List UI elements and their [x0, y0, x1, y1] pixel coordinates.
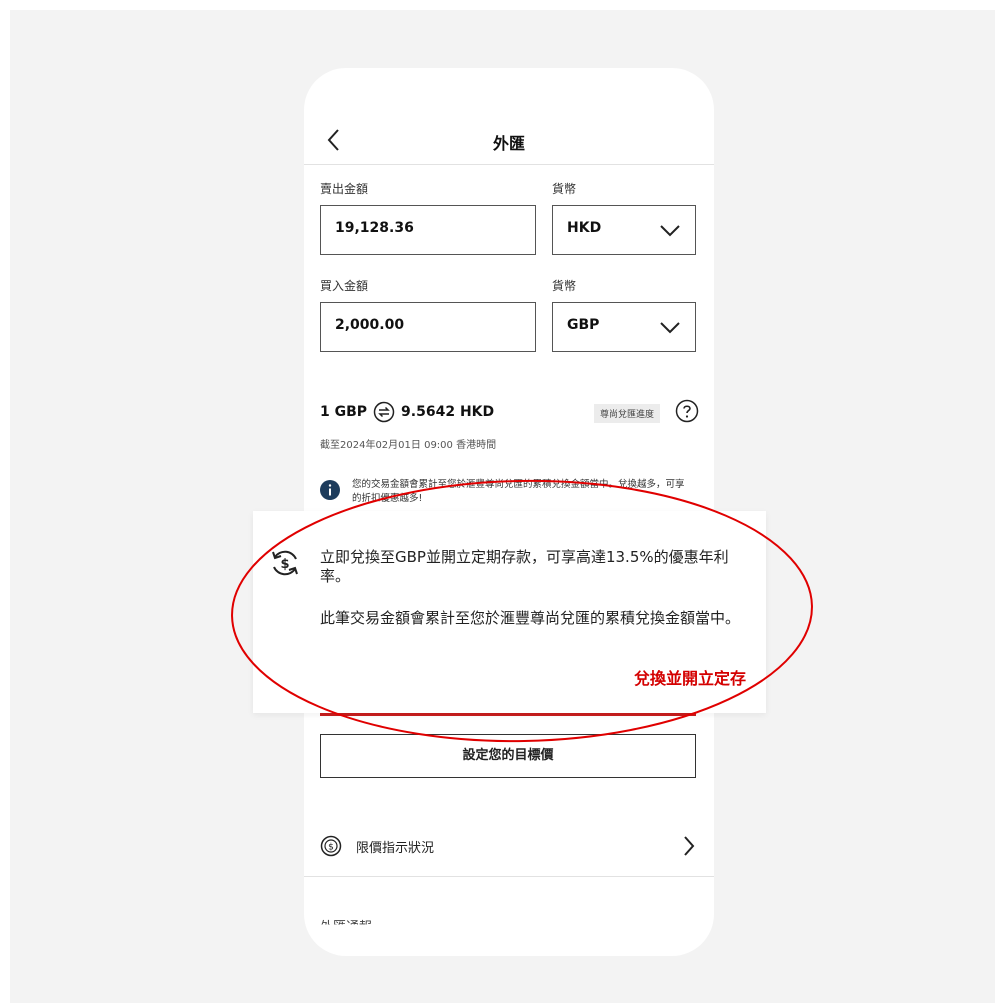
info-text: 您的交易金額會累計至您於滙豐尊尚兌匯的累積兌換金額當中。兌換越多，可享的折扣優惠…	[352, 479, 685, 504]
rate-to: 9.5642 HKD	[401, 404, 495, 420]
premium-fx-badge[interactable]: 尊尚兌匯進度	[594, 404, 661, 423]
buy-amount-input[interactable]: 2,000.00	[320, 302, 536, 352]
chevron-down-icon	[660, 225, 680, 237]
set-target-price-button[interactable]: 設定您的目標價	[320, 734, 696, 778]
sell-amount-value: 19,128.36	[335, 220, 414, 236]
svg-text:$: $	[328, 843, 334, 853]
swap-icon	[373, 401, 395, 423]
rate-from: 1 GBP	[320, 404, 368, 420]
buy-amount-label: 買入金額	[320, 279, 369, 293]
sell-currency-value: HKD	[567, 220, 602, 236]
buy-currency-select[interactable]: GBP	[552, 302, 696, 352]
buy-currency-label: 貨幣	[552, 279, 577, 293]
sell-amount-label: 賣出金額	[320, 182, 369, 196]
exchange-rate: 1 GBP 9.5642 HKD	[320, 401, 494, 423]
sell-currency-select[interactable]: HKD	[552, 205, 696, 255]
promo-text-rate: 立即兌換至GBP並開立定期存款，可享高達13.5%的優惠年利率。	[320, 548, 729, 585]
chevron-right-icon	[684, 836, 695, 856]
sell-amount-input[interactable]: 19,128.36	[320, 205, 536, 255]
convert-and-open-deposit-link[interactable]: 兌換並開立定存	[634, 665, 746, 689]
limit-order-label: 限價指示狀況	[356, 841, 435, 856]
limit-order-icon: $	[320, 835, 342, 857]
chevron-down-icon	[660, 322, 680, 334]
nav-bar: 外匯	[304, 68, 714, 165]
promo-text-accumulation: 此筆交易金額會累計至您於滙豐尊尚兌匯的累積兌換金額當中。	[320, 609, 741, 627]
promo-popup: $ 立即兌換至GBP並開立定期存款，可享高達13.5%的優惠年利率。 此筆交易金…	[253, 511, 766, 713]
help-icon[interactable]	[675, 399, 699, 423]
rate-timestamp: 截至2024年02月01日 09:00 香港時間	[320, 440, 497, 451]
page-title: 外匯	[492, 134, 525, 153]
info-icon	[320, 480, 340, 500]
currency-exchange-icon: $	[272, 550, 298, 576]
limit-order-status-row[interactable]: $ 限價指示狀況	[304, 816, 714, 877]
fx-alert-heading-cut: 外匯通報	[320, 920, 373, 935]
sell-currency-label: 貨幣	[552, 182, 577, 196]
buy-currency-value: GBP	[567, 317, 600, 333]
svg-text:$: $	[280, 557, 289, 572]
buy-amount-value: 2,000.00	[335, 317, 405, 333]
